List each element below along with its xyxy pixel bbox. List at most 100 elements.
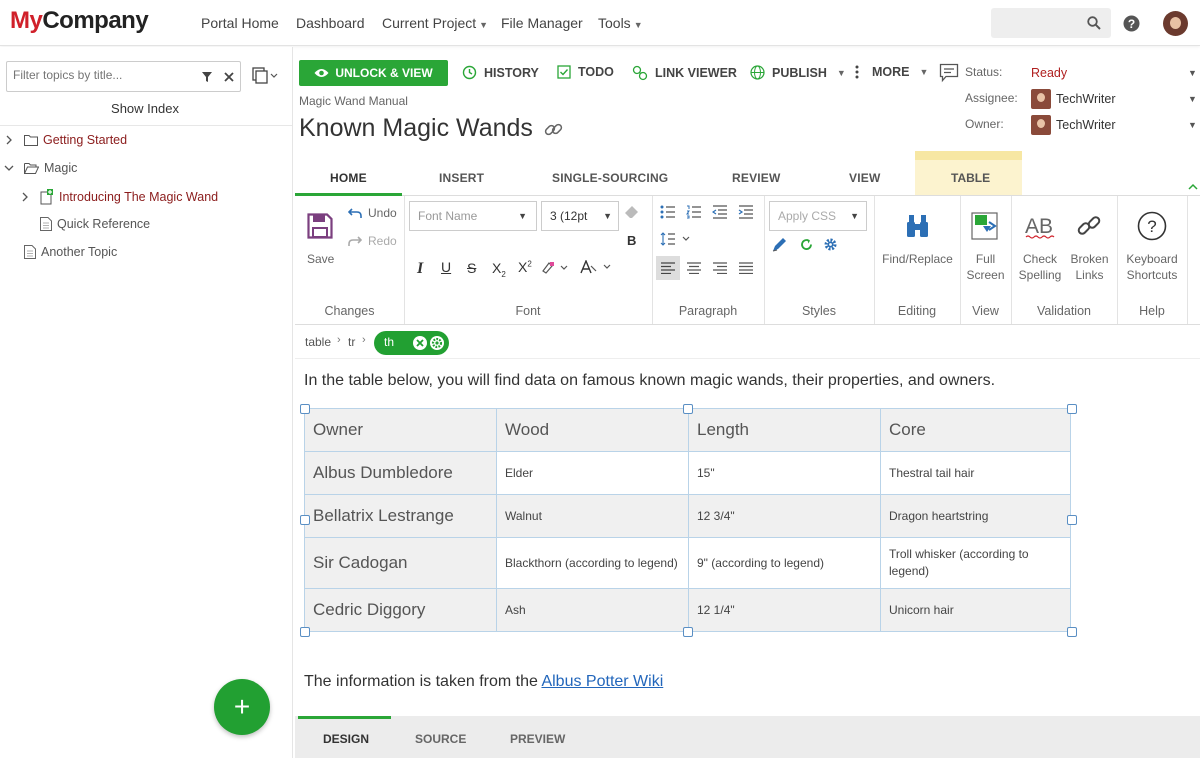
topic-filter-input[interactable]	[13, 68, 193, 82]
line-spacing-icon[interactable]	[660, 232, 690, 246]
path-item-table[interactable]: table	[305, 335, 331, 349]
align-right-icon[interactable]	[713, 262, 727, 274]
breadcrumb[interactable]: Magic Wand Manual	[299, 94, 408, 108]
path-item-tr[interactable]: tr	[348, 335, 355, 349]
table-header-row[interactable]: Owner Wood Length Core	[304, 408, 1071, 452]
chevron-right-icon[interactable]	[4, 134, 14, 146]
keyboard-help-icon[interactable]: ?	[1137, 211, 1167, 241]
table-cell[interactable]: 12 1/4"	[688, 588, 881, 632]
publish-button[interactable]: PUBLISH ▼	[750, 65, 846, 80]
tab-home[interactable]: HOME	[330, 171, 367, 185]
unlock-view-button[interactable]: UNLOCK & VIEW	[299, 60, 448, 86]
assignee-value[interactable]: TechWriter	[1031, 89, 1116, 109]
owner-dropdown-icon[interactable]: ▼	[1188, 120, 1197, 130]
comment-icon[interactable]	[939, 63, 959, 83]
table-cell[interactable]: Sir Cadogan	[304, 537, 497, 589]
subscript-button[interactable]: X2	[492, 260, 506, 279]
topic-filter-field[interactable]	[6, 61, 241, 92]
resize-handle[interactable]	[683, 627, 693, 637]
table-cell[interactable]: 9" (according to legend)	[688, 537, 881, 589]
underline-button[interactable]: U	[441, 259, 451, 275]
table-cell[interactable]: Bellatrix Lestrange	[304, 494, 497, 538]
link-viewer-button[interactable]: LINK VIEWER	[632, 65, 737, 81]
style-brush-icon[interactable]	[772, 237, 788, 252]
tab-review[interactable]: REVIEW	[732, 171, 781, 185]
chevron-right-icon[interactable]	[20, 191, 30, 203]
spell-check-icon[interactable]: AB	[1025, 213, 1057, 241]
company-logo[interactable]: MyCompany	[10, 7, 149, 35]
more-button[interactable]: MORE ▼	[855, 65, 928, 79]
indent-icon[interactable]	[738, 205, 754, 219]
keyboard-shortcuts-button[interactable]: Keyboard Shortcuts	[1118, 251, 1186, 283]
source-paragraph[interactable]: The information is taken from the Albus …	[304, 673, 663, 691]
add-topic-button[interactable]: +	[214, 679, 270, 735]
table-cell[interactable]: Albus Dumbledore	[304, 451, 497, 495]
undo-button[interactable]: Undo	[348, 206, 397, 220]
clear-format-icon[interactable]	[624, 205, 640, 219]
numbered-list-icon[interactable]	[686, 205, 702, 219]
user-avatar[interactable]	[1163, 11, 1188, 36]
redo-button[interactable]: Redo	[348, 234, 397, 248]
align-left-button[interactable]	[656, 256, 680, 280]
tree-item-quick-reference[interactable]: Quick Reference	[40, 217, 150, 231]
tab-view[interactable]: VIEW	[849, 171, 880, 185]
table-cell[interactable]: 15"	[688, 451, 881, 495]
apply-css-select[interactable]: Apply CSS ▼	[769, 201, 867, 231]
assignee-dropdown-icon[interactable]: ▼	[1188, 94, 1197, 104]
status-value[interactable]: Ready	[1031, 66, 1067, 80]
resize-handle[interactable]	[300, 515, 310, 525]
tree-item-another-topic[interactable]: Another Topic	[24, 245, 117, 259]
intro-paragraph[interactable]: In the table below, you will find data o…	[304, 372, 995, 390]
tab-design[interactable]: DESIGN	[323, 732, 369, 746]
italic-button[interactable]: I	[417, 260, 423, 278]
table-cell[interactable]: Dragon heartstring	[880, 494, 1071, 538]
resize-handle[interactable]	[300, 627, 310, 637]
table-cell[interactable]: Elder	[496, 451, 689, 495]
tab-table[interactable]: TABLE	[915, 151, 1022, 195]
save-icon[interactable]	[307, 213, 333, 239]
collapse-ribbon-icon[interactable]	[1188, 183, 1198, 190]
find-replace-button[interactable]: Find/Replace	[875, 251, 960, 267]
table-cell[interactable]: Walnut	[496, 494, 689, 538]
nav-dashboard[interactable]: Dashboard	[296, 15, 365, 31]
close-icon[interactable]	[224, 72, 234, 82]
nav-file-manager[interactable]: File Manager	[501, 15, 583, 31]
table-cell[interactable]: Cedric Diggory	[304, 588, 497, 632]
tree-item-magic[interactable]: Magic	[4, 161, 77, 175]
save-button[interactable]: Save	[307, 251, 334, 267]
search-icon[interactable]	[1087, 16, 1101, 30]
tree-item-getting-started[interactable]: Getting Started	[4, 133, 127, 147]
close-icon[interactable]	[412, 335, 428, 351]
table-header-cell[interactable]: Wood	[496, 408, 689, 452]
todo-button[interactable]: TODO	[557, 65, 614, 79]
nav-tools[interactable]: Tools ▼	[598, 15, 643, 31]
table-cell[interactable]: Blackthorn (according to legend)	[496, 537, 689, 589]
font-size-select[interactable]: 3 (12pt ▼	[541, 201, 619, 231]
resize-handle[interactable]	[1067, 404, 1077, 414]
tab-source[interactable]: SOURCE	[415, 732, 466, 746]
show-index-link[interactable]: Show Index	[0, 101, 290, 116]
tab-preview[interactable]: PREVIEW	[510, 732, 565, 746]
binoculars-icon[interactable]	[905, 213, 930, 239]
table-cell[interactable]: Thestral tail hair	[880, 451, 1071, 495]
full-screen-icon[interactable]	[971, 212, 998, 240]
table-cell[interactable]: Troll whisker (according to legend)	[880, 537, 1071, 589]
copy-topics-icon[interactable]	[252, 67, 280, 85]
gear-icon[interactable]	[429, 335, 445, 351]
tab-single-sourcing[interactable]: SINGLE-SOURCING	[552, 171, 668, 185]
nav-current-project[interactable]: Current Project ▼	[382, 15, 488, 31]
global-search-input[interactable]	[991, 8, 1111, 38]
strikethrough-button[interactable]: S	[467, 260, 476, 276]
resize-handle[interactable]	[1067, 627, 1077, 637]
path-item-th[interactable]: th	[374, 331, 449, 355]
table-header-cell[interactable]: Length	[688, 408, 881, 452]
tree-item-introducing-the-magic-wand[interactable]: Introducing The Magic Wand	[20, 189, 218, 205]
history-button[interactable]: HISTORY	[462, 65, 539, 80]
refresh-icon[interactable]	[800, 238, 813, 251]
chevron-down-icon[interactable]	[4, 162, 14, 174]
table-row[interactable]: Cedric Diggory Ash 12 1/4" Unicorn hair	[304, 588, 1071, 632]
status-dropdown-icon[interactable]: ▼	[1188, 68, 1197, 78]
help-icon[interactable]: ?	[1123, 15, 1140, 32]
table-cell[interactable]: 12 3/4"	[688, 494, 881, 538]
albus-potter-wiki-link[interactable]: Albus Potter Wiki	[541, 673, 663, 690]
